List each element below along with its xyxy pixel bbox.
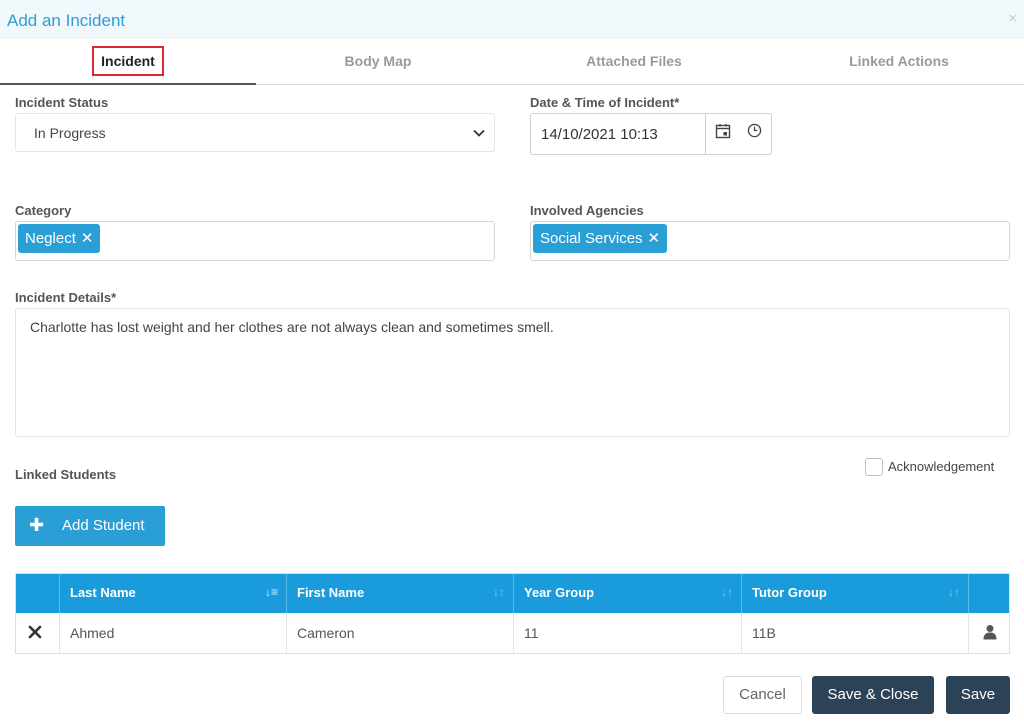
tab-linked-actions[interactable]: Linked Actions: [771, 38, 1024, 84]
sort-icon[interactable]: ↓↑: [493, 574, 505, 611]
remove-tag-icon[interactable]: ✕: [648, 230, 661, 247]
calendar-icon[interactable]: [715, 123, 731, 139]
tab-label: Incident: [92, 46, 164, 76]
column-header-year-group[interactable]: Year Group ↓↑: [513, 574, 741, 613]
header-spacer: [968, 574, 1009, 613]
sort-icon[interactable]: ↓↑: [948, 574, 960, 611]
tab-incident[interactable]: Incident: [0, 38, 256, 85]
header-label: Tutor Group: [752, 585, 827, 600]
chevron-down-icon: [473, 129, 485, 137]
cell-last-name: Ahmed: [59, 613, 286, 653]
category-multiselect[interactable]: Neglect ✕: [15, 221, 495, 261]
column-header-first-name[interactable]: First Name ↓↑: [286, 574, 513, 613]
datetime-value: 14/10/2021 10:13: [541, 126, 658, 143]
datetime-field[interactable]: 14/10/2021 10:13: [530, 113, 772, 155]
linked-students-grid: Last Name ↓≡ First Name ↓↑ Year Group ↓↑ Tu…: [15, 573, 1010, 654]
header-spacer: [16, 574, 59, 613]
acknowledgement-label: Acknowledgement: [888, 459, 995, 474]
acknowledgement-checkbox[interactable]: [865, 458, 883, 476]
close-icon[interactable]: ×: [1008, 11, 1017, 26]
remove-tag-icon[interactable]: ✕: [81, 230, 94, 247]
cell-tutor-group: 11B: [741, 613, 968, 653]
sort-icon[interactable]: ↓↑: [721, 574, 733, 611]
incident-details-textarea[interactable]: Charlotte has lost weight and her clothe…: [15, 308, 1010, 437]
agency-tag[interactable]: Social Services ✕: [533, 224, 668, 253]
tag-label: Social Services: [540, 230, 643, 247]
header-label: Last Name: [70, 585, 136, 600]
remove-row-icon[interactable]: [28, 625, 42, 639]
cell-year-group: 11: [513, 613, 741, 653]
dialog-title: Add an Incident: [7, 11, 126, 30]
save-close-button[interactable]: Save & Close: [812, 676, 934, 714]
add-student-button[interactable]: ✚ Add Student: [15, 506, 165, 546]
tab-bar: Incident Body Map Attached Files Linked …: [0, 38, 1024, 85]
tab-attached-files[interactable]: Attached Files: [506, 38, 762, 84]
person-icon[interactable]: [982, 624, 998, 640]
add-student-label: Add Student: [62, 517, 145, 534]
sort-asc-icon[interactable]: ↓≡: [265, 574, 278, 611]
column-header-last-name[interactable]: Last Name ↓≡: [59, 574, 286, 613]
plus-icon: ✚: [29, 515, 45, 535]
header-label: Year Group: [524, 585, 595, 600]
column-header-tutor-group[interactable]: Tutor Group ↓↑: [741, 574, 968, 613]
incident-status-label: Incident Status: [15, 95, 109, 110]
tag-label: Neglect: [25, 230, 76, 247]
involved-agencies-label: Involved Agencies: [530, 203, 644, 218]
category-label: Category: [15, 203, 72, 218]
grid-header: Last Name ↓≡ First Name ↓↑ Year Group ↓↑ Tu…: [16, 574, 1009, 613]
clock-icon[interactable]: [747, 123, 762, 138]
tab-body-map[interactable]: Body Map: [250, 38, 506, 84]
table-row: Ahmed Cameron 11 11B: [16, 613, 1009, 653]
category-tag[interactable]: Neglect ✕: [18, 224, 101, 253]
divider: [705, 114, 706, 154]
save-button[interactable]: Save: [946, 676, 1010, 714]
header-label: First Name: [297, 585, 365, 600]
incident-status-select[interactable]: In Progress: [15, 113, 495, 152]
dialog-header: Add an Incident ×: [0, 0, 1024, 38]
cell-first-name: Cameron: [286, 613, 513, 653]
incident-status-value: In Progress: [34, 125, 106, 141]
cancel-button[interactable]: Cancel: [723, 676, 802, 714]
datetime-label: Date & Time of Incident*: [530, 95, 680, 110]
linked-students-label: Linked Students: [15, 467, 117, 482]
incident-details-label: Incident Details*: [15, 290, 117, 305]
agencies-multiselect[interactable]: Social Services ✕: [530, 221, 1010, 261]
